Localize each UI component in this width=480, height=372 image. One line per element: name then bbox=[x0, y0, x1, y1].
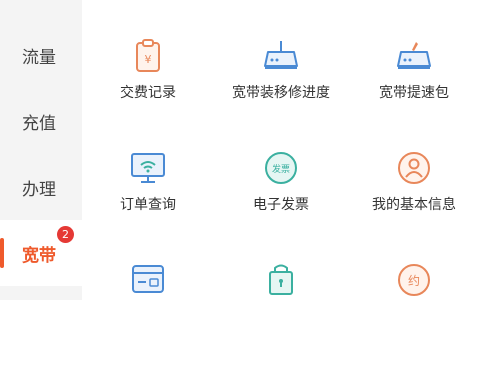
svg-text:¥: ¥ bbox=[145, 53, 152, 66]
bill-clipboard-icon: ¥ bbox=[129, 38, 167, 74]
sidebar-item-recharge[interactable]: 充值 bbox=[0, 88, 82, 154]
grid-item-speed-package[interactable]: 宽带提速包 bbox=[348, 38, 480, 148]
grid-item-card-lock[interactable] bbox=[82, 262, 214, 372]
sidebar-item-label: 充值 bbox=[22, 113, 56, 134]
grid-item-label: 交费记录 bbox=[120, 85, 176, 101]
grid-item-label: 宽带提速包 bbox=[379, 85, 449, 101]
router-icon bbox=[262, 38, 300, 74]
router-speed-icon bbox=[395, 38, 433, 74]
grid-item-basic-info[interactable]: 我的基本信息 bbox=[348, 150, 480, 260]
e-invoice-icon: 发票 bbox=[262, 150, 300, 186]
grid-item-order-query[interactable]: 订单查询 bbox=[82, 150, 214, 260]
category-sidebar: 流量 充值 办理 宽带 2 bbox=[0, 0, 82, 300]
broadband-service-panel: 流量 充值 办理 宽带 2 ¥ 交费记录 宽带装移修进度 宽带提速包 订单查询 … bbox=[0, 0, 480, 300]
sidebar-item-broadband[interactable]: 宽带 2 bbox=[0, 220, 82, 286]
sidebar-item-handle[interactable]: 办理 bbox=[0, 154, 82, 220]
sidebar-item-label: 宽带 bbox=[22, 245, 56, 266]
appointment-icon-text: 约 bbox=[408, 273, 420, 288]
grid-item-label: 我的基本信息 bbox=[372, 197, 456, 213]
service-grid: ¥ 交费记录 宽带装移修进度 宽带提速包 订单查询 发票 电子发票 我的基本信息… bbox=[82, 0, 480, 300]
lock-screen-icon bbox=[262, 262, 300, 298]
appointment-icon: 约 bbox=[395, 262, 433, 298]
grid-item-label: 电子发票 bbox=[253, 197, 309, 213]
user-profile-icon bbox=[395, 150, 433, 186]
card-lock-icon bbox=[129, 262, 167, 298]
grid-item-lock-screen[interactable] bbox=[215, 262, 347, 372]
sidebar-item-label: 流量 bbox=[22, 47, 56, 68]
invoice-icon-text: 发票 bbox=[272, 163, 290, 175]
monitor-wifi-icon bbox=[129, 150, 167, 186]
grid-item-payment-records[interactable]: ¥ 交费记录 bbox=[82, 38, 214, 148]
notification-badge: 2 bbox=[57, 226, 74, 243]
grid-item-e-invoice[interactable]: 发票 电子发票 bbox=[215, 150, 347, 260]
grid-item-install-progress[interactable]: 宽带装移修进度 bbox=[215, 38, 347, 148]
grid-item-label: 宽带装移修进度 bbox=[232, 85, 330, 101]
grid-item-appointment[interactable]: 约 bbox=[348, 262, 480, 372]
sidebar-item-traffic[interactable]: 流量 bbox=[0, 22, 82, 88]
grid-item-label: 订单查询 bbox=[120, 197, 176, 213]
sidebar-item-label: 办理 bbox=[22, 179, 56, 200]
